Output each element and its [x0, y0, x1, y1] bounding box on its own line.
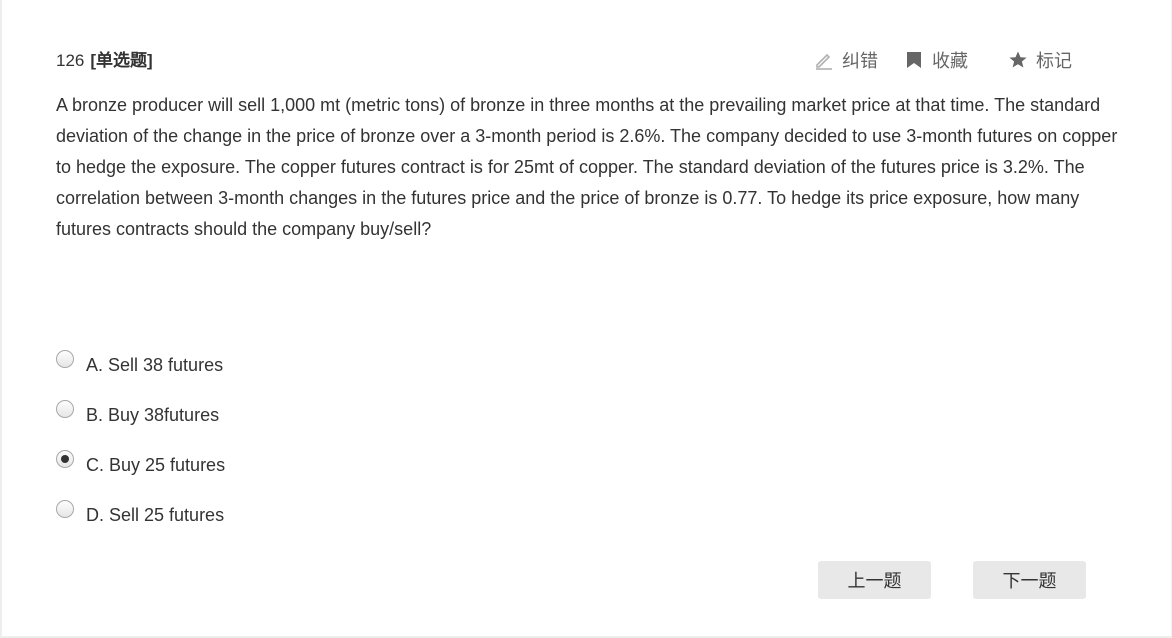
- favorite-label: 收藏: [932, 51, 968, 71]
- option-b-text: B. Buy 38futures: [86, 404, 220, 425]
- previous-question-button[interactable]: 上一题: [818, 561, 931, 599]
- pencil-icon: [814, 50, 834, 70]
- option-c-radio[interactable]: [56, 450, 74, 468]
- answer-options: A. Sell 38 futures B. Buy 38futures C. B…: [56, 337, 225, 537]
- question-stem: A bronze producer will sell 1,000 mt (me…: [56, 95, 1118, 239]
- question-panel: 126 [单选题] 纠错 收藏 标记 A bronze producer wil…: [0, 0, 1172, 638]
- option-c-text: C. Buy 25 futures: [86, 454, 226, 475]
- bookmark-icon: [904, 50, 924, 70]
- question-header: 126 [单选题]: [56, 46, 153, 71]
- favorite-button[interactable]: 收藏: [904, 47, 1008, 73]
- mark-label: 标记: [1036, 51, 1072, 71]
- option-a[interactable]: A. Sell 38 futures: [56, 337, 225, 387]
- next-question-button[interactable]: 下一题: [973, 561, 1086, 599]
- question-number: 126: [56, 51, 85, 70]
- report-error-button[interactable]: 纠错: [814, 47, 904, 73]
- option-d-text: D. Sell 25 futures: [86, 504, 225, 525]
- star-icon: [1008, 50, 1028, 70]
- question-type: [单选题]: [90, 51, 153, 70]
- option-a-radio[interactable]: [56, 350, 74, 368]
- question-actions: 纠错 收藏 标记: [814, 47, 1088, 73]
- option-d-radio[interactable]: [56, 500, 74, 518]
- option-a-text: A. Sell 38 futures: [86, 354, 224, 375]
- option-c[interactable]: C. Buy 25 futures: [56, 437, 225, 487]
- option-d[interactable]: D. Sell 25 futures: [56, 487, 225, 537]
- report-error-label: 纠错: [842, 51, 878, 71]
- option-b[interactable]: B. Buy 38futures: [56, 387, 225, 437]
- option-b-radio[interactable]: [56, 400, 74, 418]
- mark-button[interactable]: 标记: [1008, 47, 1088, 73]
